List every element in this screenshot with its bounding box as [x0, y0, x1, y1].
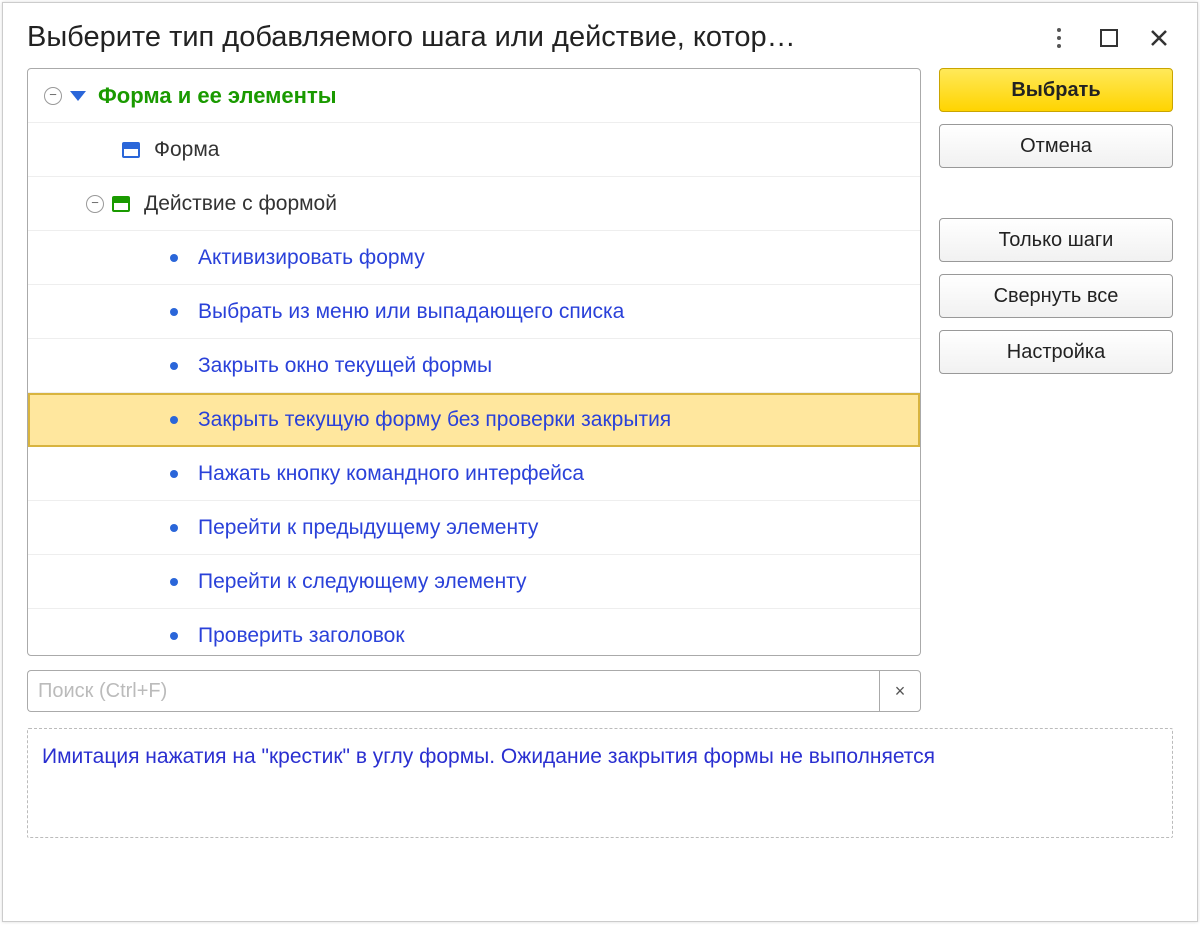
dialog-window: Выберите тип добавляемого шага или дейст… — [2, 2, 1198, 922]
menu-icon[interactable] — [1045, 24, 1073, 52]
tree-action-item[interactable]: Проверить заголовок — [28, 609, 920, 655]
dialog-title: Выберите тип добавляемого шага или дейст… — [27, 21, 1033, 54]
tree-item-label: Форма — [154, 138, 219, 162]
bullet-icon — [170, 578, 178, 586]
tree-header[interactable]: Форма и ее элементы — [28, 69, 920, 123]
bullet-icon — [170, 416, 178, 424]
tree-action-item[interactable]: Перейти к предыдущему элементу — [28, 501, 920, 555]
button-column: Выбрать Отмена Только шаги Свернуть все … — [939, 68, 1173, 901]
close-icon[interactable] — [1145, 24, 1173, 52]
tree-action-item[interactable]: Закрыть текущую форму без проверки закры… — [28, 393, 920, 447]
collapse-all-button[interactable]: Свернуть все — [939, 274, 1173, 318]
bullet-icon — [170, 632, 178, 640]
tree-action-item[interactable]: Выбрать из меню или выпадающего списка — [28, 285, 920, 339]
titlebar-controls — [1045, 24, 1173, 52]
form-action-icon — [112, 196, 130, 212]
settings-button[interactable]: Настройка — [939, 330, 1173, 374]
tree-action-label: Закрыть окно текущей формы — [198, 354, 492, 378]
tree-action-label: Проверить заголовок — [198, 624, 405, 648]
collapse-icon[interactable] — [86, 195, 104, 213]
tree-action-label: Перейти к предыдущему элементу — [198, 516, 538, 540]
titlebar: Выберите тип добавляемого шага или дейст… — [3, 3, 1197, 68]
tree-action-label: Нажать кнопку командного интерфейса — [198, 462, 584, 486]
tree-action-item[interactable]: Нажать кнопку командного интерфейса — [28, 447, 920, 501]
tree[interactable]: Форма и ее элементы Форма Действие с фор… — [28, 69, 920, 655]
search-row: × — [27, 670, 921, 712]
tree-action-label: Выбрать из меню или выпадающего списка — [198, 300, 624, 324]
cancel-button[interactable]: Отмена — [939, 124, 1173, 168]
select-button[interactable]: Выбрать — [939, 68, 1173, 112]
bullet-icon — [170, 362, 178, 370]
maximize-icon[interactable] — [1095, 24, 1123, 52]
form-icon — [122, 142, 140, 158]
tree-action-label: Закрыть текущую форму без проверки закры… — [198, 408, 671, 432]
tree-action-item[interactable]: Активизировать форму — [28, 231, 920, 285]
collapse-icon[interactable] — [44, 87, 62, 105]
bullet-icon — [170, 524, 178, 532]
search-clear-button[interactable]: × — [879, 670, 921, 712]
tree-action-item[interactable]: Закрыть окно текущей формы — [28, 339, 920, 393]
tree-action-item[interactable]: Перейти к следующему элементу — [28, 555, 920, 609]
tree-header-label: Форма и ее элементы — [98, 83, 337, 109]
bullet-icon — [170, 470, 178, 478]
only-steps-button[interactable]: Только шаги — [939, 218, 1173, 262]
tree-item-form[interactable]: Форма — [28, 123, 920, 177]
tree-item-label: Действие с формой — [144, 192, 337, 216]
tree-action-label: Перейти к следующему элементу — [198, 570, 527, 594]
search-input[interactable] — [27, 670, 879, 712]
bullet-icon — [170, 254, 178, 262]
tree-action-label: Активизировать форму — [198, 246, 425, 270]
tree-frame: Форма и ее элементы Форма Действие с фор… — [27, 68, 921, 656]
chevron-down-icon — [70, 91, 86, 101]
bullet-icon — [170, 308, 178, 316]
tree-item-group[interactable]: Действие с формой — [28, 177, 920, 231]
